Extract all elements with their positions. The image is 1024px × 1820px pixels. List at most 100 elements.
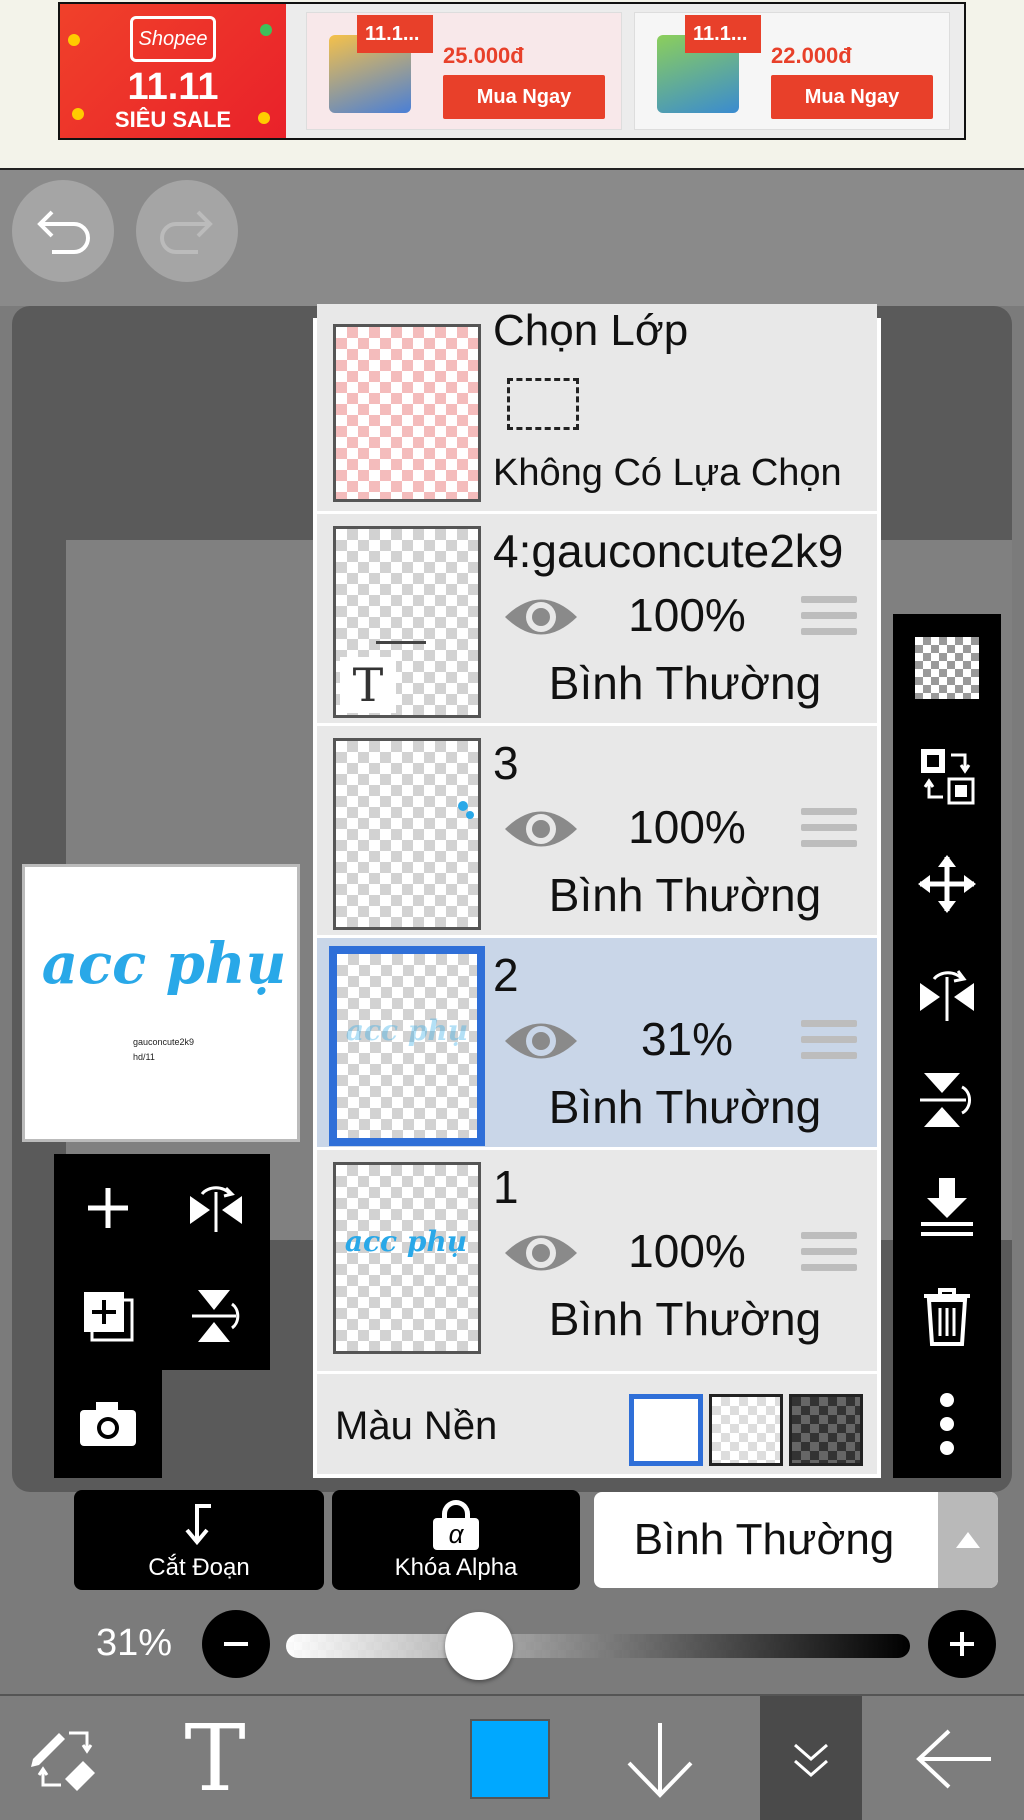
layer-tools (54, 1154, 270, 1370)
thumb-art-text: acc phụ (345, 1014, 469, 1047)
layer-row-selected[interactable]: acc phụ 2 31% Bình Thường (317, 938, 877, 1150)
layer-name: 2 (493, 949, 519, 1001)
swap-button[interactable] (893, 722, 1001, 830)
layer-name: 3 (493, 737, 519, 789)
buy-now-button[interactable]: Mua Ngay (771, 75, 933, 119)
arrow-down-icon (627, 1723, 693, 1798)
arrow-left-icon (916, 1729, 991, 1789)
sale-title: SIÊU SALE (114, 107, 232, 132)
layer-thumbnail: acc phụ (333, 1162, 481, 1354)
tool-switch-button[interactable] (10, 1696, 120, 1820)
layers-button[interactable] (760, 1696, 862, 1820)
layer-list[interactable]: Chọn Lớp Không Có Lựa Chọn T 4:gauconcut… (317, 304, 877, 1474)
canvas-preview[interactable]: acc phụ gauconcute2k9 hd/11 (22, 864, 300, 1142)
selection-thumbnail (333, 324, 481, 502)
double-chevron-down-icon (794, 1743, 828, 1777)
minus-icon (224, 1642, 248, 1646)
undo-button[interactable] (12, 180, 114, 282)
camera-button[interactable] (54, 1370, 162, 1478)
shopee-sale-brand[interactable]: Shopee 11.11 SIÊU SALE (60, 4, 286, 138)
background-dark-swatch[interactable] (789, 1394, 863, 1466)
bottom-toolbar: T (0, 1694, 1024, 1820)
product-tag: 11.1... (685, 15, 761, 53)
text-tool-button[interactable]: T (160, 1696, 270, 1820)
flip-vertical-tool[interactable] (893, 1046, 1001, 1154)
more-options-button[interactable] (893, 1370, 1001, 1478)
blend-mode-select[interactable]: Bình Thường (594, 1492, 998, 1588)
pen-eraser-icon (31, 1731, 95, 1791)
eye-icon[interactable] (503, 1016, 579, 1066)
ad-product-1[interactable]: 11.1... 25.000đ Mua Ngay (306, 12, 622, 130)
dropdown-up-arrow-icon[interactable] (938, 1492, 998, 1588)
opacity-increase-button[interactable] (928, 1610, 996, 1678)
eye-icon[interactable] (503, 592, 579, 642)
opacity-slider-track[interactable] (286, 1634, 910, 1658)
ad-banner[interactable]: Shopee 11.11 SIÊU SALE 11.1... 25.000đ M… (0, 0, 1024, 168)
ad-product-2[interactable]: 11.1... 22.000đ Mua Ngay (634, 12, 950, 130)
add-layer-button[interactable] (54, 1154, 162, 1262)
shopee-bag-icon: Shopee (130, 16, 216, 62)
opacity-decrease-button[interactable] (202, 1610, 270, 1678)
merge-down-icon (921, 1178, 973, 1236)
ad-frame[interactable]: Shopee 11.11 SIÊU SALE 11.1... 25.000đ M… (58, 2, 966, 140)
alpha-lock-label: Khóa Alpha (394, 1554, 518, 1581)
undo-arrow-icon (37, 210, 90, 254)
eye-icon[interactable] (503, 1228, 579, 1278)
product-tag: 11.1... (357, 15, 433, 53)
lock-icon: α (433, 1500, 479, 1550)
layer-blend-mode: Bình Thường (548, 1293, 822, 1345)
flip-vertical-button[interactable] (162, 1262, 270, 1370)
layer-name: 1 (493, 1161, 519, 1213)
flip-horizontal-button[interactable] (162, 1154, 270, 1262)
flip-horizontal-icon (920, 970, 974, 1021)
layer-thumbnail (333, 738, 481, 930)
clipping-label: Cắt Đoạn (148, 1554, 250, 1581)
clipping-button[interactable]: Cắt Đoạn (74, 1490, 324, 1590)
background-white-swatch[interactable] (629, 1394, 703, 1466)
drag-handle-icon[interactable] (801, 596, 857, 644)
eye-icon[interactable] (503, 804, 579, 854)
layer-row[interactable]: acc phụ 1 100% Bình Thường (317, 1150, 877, 1374)
swap-layers-icon (921, 749, 975, 805)
drag-handle-icon[interactable] (801, 1232, 857, 1280)
checkerboard-icon (915, 637, 979, 699)
duplicate-icon (84, 1292, 134, 1342)
text-tool-icon: T (184, 1705, 246, 1812)
color-picker-button[interactable] (460, 1696, 560, 1820)
layer-thumbnail: T (333, 526, 481, 718)
duplicate-layer-button[interactable] (54, 1262, 162, 1370)
background-color-label: Màu Nền (335, 1404, 498, 1448)
alpha-lock-button[interactable]: α Khóa Alpha (332, 1490, 580, 1590)
down-arrow-button[interactable] (610, 1696, 710, 1820)
selection-title: Chọn Lớp (493, 306, 689, 355)
drag-handle-icon[interactable] (801, 1020, 857, 1068)
product-price: 25.000đ (443, 43, 524, 68)
camera-tool (54, 1370, 162, 1478)
blend-mode-value: Bình Thường (633, 1515, 895, 1564)
plus-icon (88, 1188, 128, 1228)
background-transparent-swatch[interactable] (709, 1394, 783, 1466)
opacity-slider-thumb[interactable] (445, 1612, 513, 1680)
flip-horizontal-icon (190, 1186, 242, 1232)
back-button[interactable] (900, 1696, 1010, 1820)
drag-handle-icon[interactable] (801, 808, 857, 856)
layer-thumbnail: acc phụ (329, 946, 485, 1146)
redo-button[interactable] (136, 180, 238, 282)
preview-art-text: acc phụ (41, 931, 287, 997)
selection-layer-row[interactable]: Chọn Lớp Không Có Lựa Chọn (317, 304, 877, 514)
delete-layer-button[interactable] (893, 1262, 1001, 1370)
layer-blend-mode: Bình Thường (548, 1081, 822, 1133)
redo-arrow-icon (160, 210, 213, 254)
more-vertical-icon (940, 1393, 954, 1455)
move-button[interactable] (893, 830, 1001, 938)
buy-now-button[interactable]: Mua Ngay (443, 75, 605, 119)
right-toolbar (893, 614, 1001, 1478)
layer-panel: Chọn Lớp Không Có Lựa Chọn T 4:gauconcut… (313, 304, 881, 1478)
flip-vertical-icon (920, 1073, 971, 1127)
plus-icon (950, 1632, 974, 1656)
layer-row[interactable]: T 4:gauconcute2k9 100% Bình Thường (317, 514, 877, 726)
flip-horizontal-tool[interactable] (893, 938, 1001, 1046)
transparency-button[interactable] (893, 614, 1001, 722)
merge-down-button[interactable] (893, 1154, 1001, 1262)
layer-row[interactable]: 3 100% Bình Thường (317, 726, 877, 938)
